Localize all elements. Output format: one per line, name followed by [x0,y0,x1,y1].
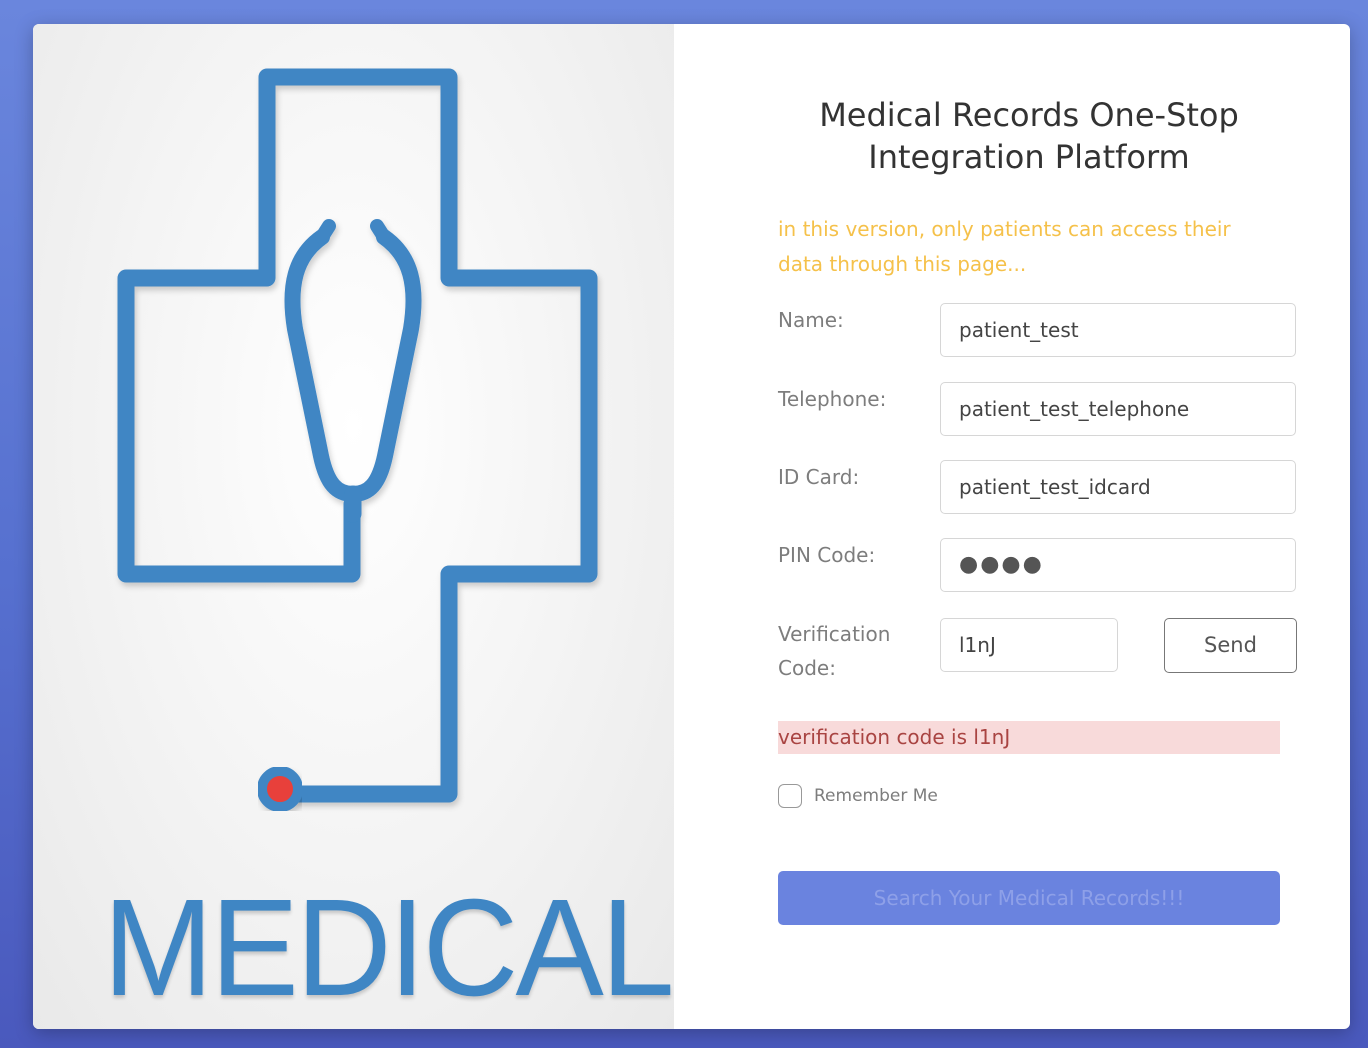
id-card-label: ID Card: [778,465,860,489]
stethoscope-tube [284,229,422,502]
page-title: Medical Records One-Stop Integration Pla… [819,96,1239,176]
pin-field[interactable]: ●●●● [940,538,1296,592]
remember-me-checkbox[interactable] [778,784,802,808]
verification-label-line1: Verification [778,622,891,646]
verification-label-line2: Code: [778,656,836,680]
search-records-button[interactable]: Search Your Medical Records!!! [778,871,1280,925]
brand-panel: MEDICAL [33,24,675,1029]
login-form-panel: Medical Records One-Stop Integration Pla… [674,24,1350,1029]
name-label: Name: [778,308,844,332]
pin-label: PIN Code: [778,543,876,567]
name-field[interactable]: patient_test [940,303,1296,357]
stethoscope-tip-left [315,219,336,244]
login-card: MEDICAL Medical Records One-Stop Integra… [33,24,1350,1029]
logo-wordmark: MEDICAL [103,871,675,1025]
telephone-field[interactable]: patient_test_telephone [940,382,1296,436]
cross-outline [117,68,598,803]
verification-alert: verification code is l1nJ [778,721,1280,754]
id-card-field[interactable]: patient_test_idcard [940,460,1296,514]
stethoscope-tip-right [370,219,391,244]
stethoscope-chestpiece [257,766,303,812]
access-notice: in this version, only patients can acces… [778,217,1231,276]
telephone-label: Telephone: [778,387,887,411]
verification-code-field[interactable]: l1nJ [940,618,1118,672]
remember-me-label[interactable]: Remember Me [814,783,938,809]
send-code-button[interactable]: Send [1164,618,1297,673]
